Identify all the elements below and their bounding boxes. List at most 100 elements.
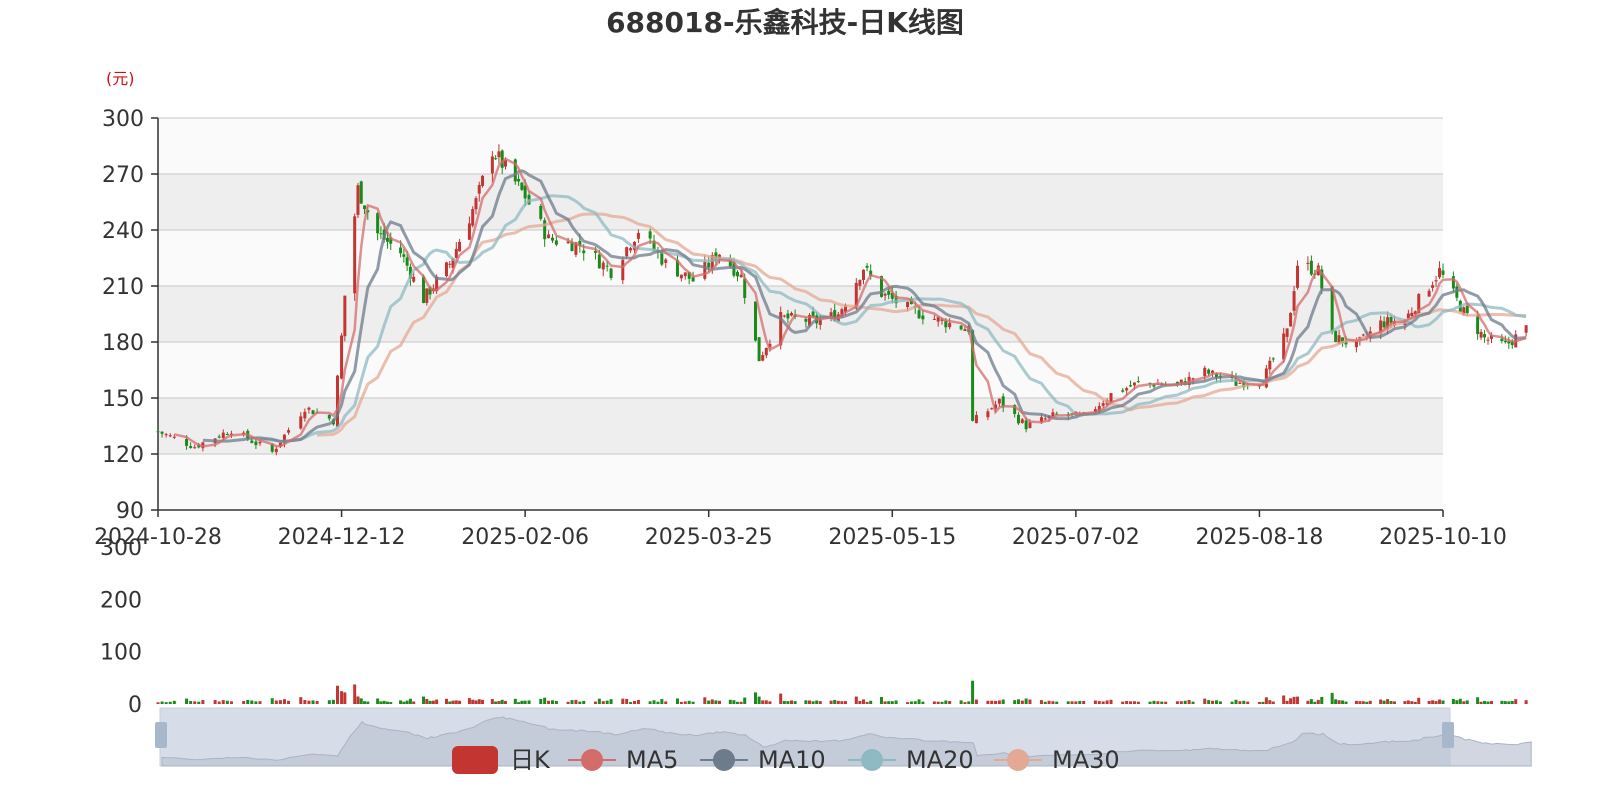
datazoom-slider[interactable] (155, 707, 1532, 767)
volume-bar (444, 698, 448, 704)
volume-bar (451, 700, 455, 704)
volume-bar (1164, 701, 1168, 704)
candle-body (1020, 419, 1024, 424)
volume-bar (675, 698, 679, 704)
legend-label: MA20 (906, 746, 974, 774)
volume-bar (963, 702, 967, 704)
volume-bar (1156, 701, 1160, 704)
volume-bar (811, 701, 815, 704)
volume-bar (940, 701, 944, 704)
volume-bar (1361, 701, 1365, 704)
candle-body (1101, 403, 1105, 406)
candle-body (1203, 367, 1207, 377)
candle-body (250, 440, 254, 443)
volume-bar (1105, 700, 1109, 704)
volume-bar (517, 702, 521, 704)
volume-bar (782, 700, 786, 704)
candle-body (402, 254, 406, 257)
volume-bar (994, 700, 998, 704)
volume-bar (1121, 701, 1125, 704)
volume-bar (458, 700, 462, 704)
x-tick-label: 2025-07-02 (1012, 525, 1140, 550)
grid-band (158, 454, 1443, 510)
candle-body (353, 216, 357, 294)
candle-body (539, 205, 543, 219)
volume-bar (1365, 701, 1369, 704)
candle-body (221, 432, 225, 439)
volume-bar (1393, 701, 1397, 704)
candle-body (379, 233, 383, 235)
volume-bar (422, 696, 426, 704)
volume-bar (829, 700, 833, 704)
volume-bar (172, 700, 176, 704)
volume-bar (1486, 701, 1490, 704)
volume-bar (779, 693, 783, 704)
volume-bar (1309, 699, 1313, 704)
candle-body (1361, 334, 1365, 336)
candle-body (605, 265, 609, 267)
volume-bar (887, 701, 891, 704)
price-unit-label: (元) (106, 69, 135, 88)
volume-bar (1160, 701, 1164, 704)
candle-body (547, 234, 551, 239)
volume-bar (1047, 700, 1051, 704)
candle-body (1382, 321, 1386, 328)
candle-body (471, 209, 475, 226)
datazoom-left-handle[interactable] (155, 722, 167, 748)
volume-bar (906, 702, 910, 704)
volume-bar (1330, 692, 1334, 704)
candle-body (444, 262, 448, 277)
volume-bar (1413, 701, 1417, 704)
candle-body (164, 434, 168, 436)
candle-body (356, 185, 360, 215)
volume-bar (554, 700, 558, 704)
candle-body (621, 260, 625, 281)
volume-bar (601, 701, 605, 704)
volume-tick-label: 0 (128, 693, 142, 718)
candle-body (921, 315, 925, 320)
volume-bar (1238, 701, 1242, 704)
legend-marker-icon (1007, 749, 1029, 771)
volume-bar (683, 701, 687, 704)
volume-bar (754, 692, 758, 704)
volume-tick-label: 100 (100, 641, 142, 666)
volume-bar (1354, 700, 1358, 704)
volume-bar (1431, 700, 1435, 704)
candle-body (168, 435, 172, 437)
volume-bar (1282, 695, 1286, 704)
volume-bar (307, 700, 311, 704)
candle-body (757, 337, 761, 362)
volume-bar (1218, 701, 1222, 704)
volume-bar (1179, 701, 1183, 704)
volume-bar (359, 698, 363, 704)
datazoom-right-handle[interactable] (1442, 722, 1454, 748)
volume-bar (402, 701, 406, 704)
volume-bar (1136, 701, 1140, 704)
candle-body (582, 250, 586, 254)
volume-bar (1455, 700, 1459, 704)
volume-bar (679, 701, 683, 704)
volume-bar (883, 701, 887, 704)
volume-bar (1020, 700, 1024, 704)
volume-bar (1406, 700, 1410, 704)
volume-bar (1074, 701, 1078, 704)
candle-body (1024, 420, 1028, 430)
candle-body (477, 184, 481, 194)
candle-body (1129, 385, 1133, 387)
candle-body (906, 301, 910, 308)
volume-bar (1341, 700, 1345, 704)
grid-band (158, 174, 1443, 230)
candle-body (636, 232, 640, 239)
volume-bar (1465, 700, 1469, 704)
volume-bar (185, 698, 189, 704)
candle-body (481, 175, 485, 186)
candle-body (1292, 291, 1296, 311)
candle-body (1476, 315, 1480, 335)
volume-bar (967, 701, 971, 704)
volume-bar (431, 700, 435, 704)
candle-body (1016, 414, 1020, 424)
candle-body (1483, 334, 1487, 338)
volume-bar (168, 701, 172, 704)
volume-bar (1246, 701, 1250, 704)
volume-bar (743, 697, 747, 704)
